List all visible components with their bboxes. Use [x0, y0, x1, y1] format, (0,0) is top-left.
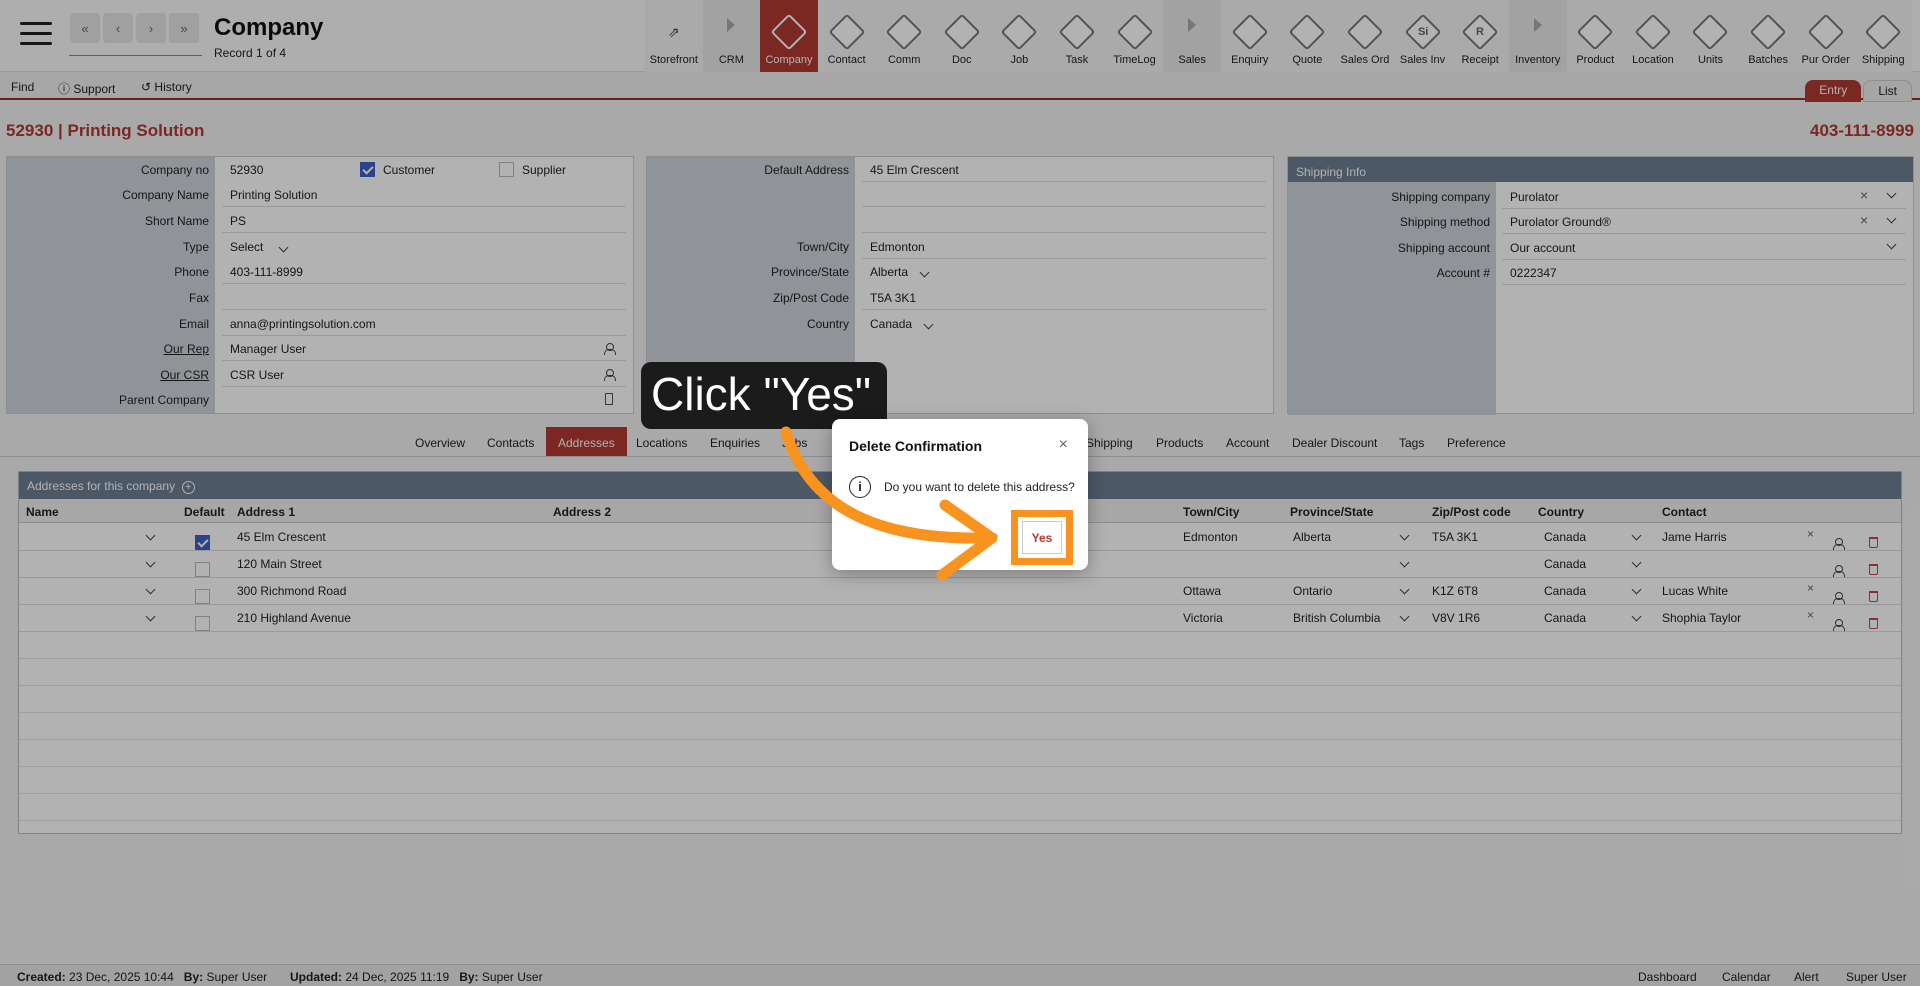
- pointer-arrow: [780, 426, 998, 581]
- yes-button[interactable]: Yes: [1022, 521, 1062, 554]
